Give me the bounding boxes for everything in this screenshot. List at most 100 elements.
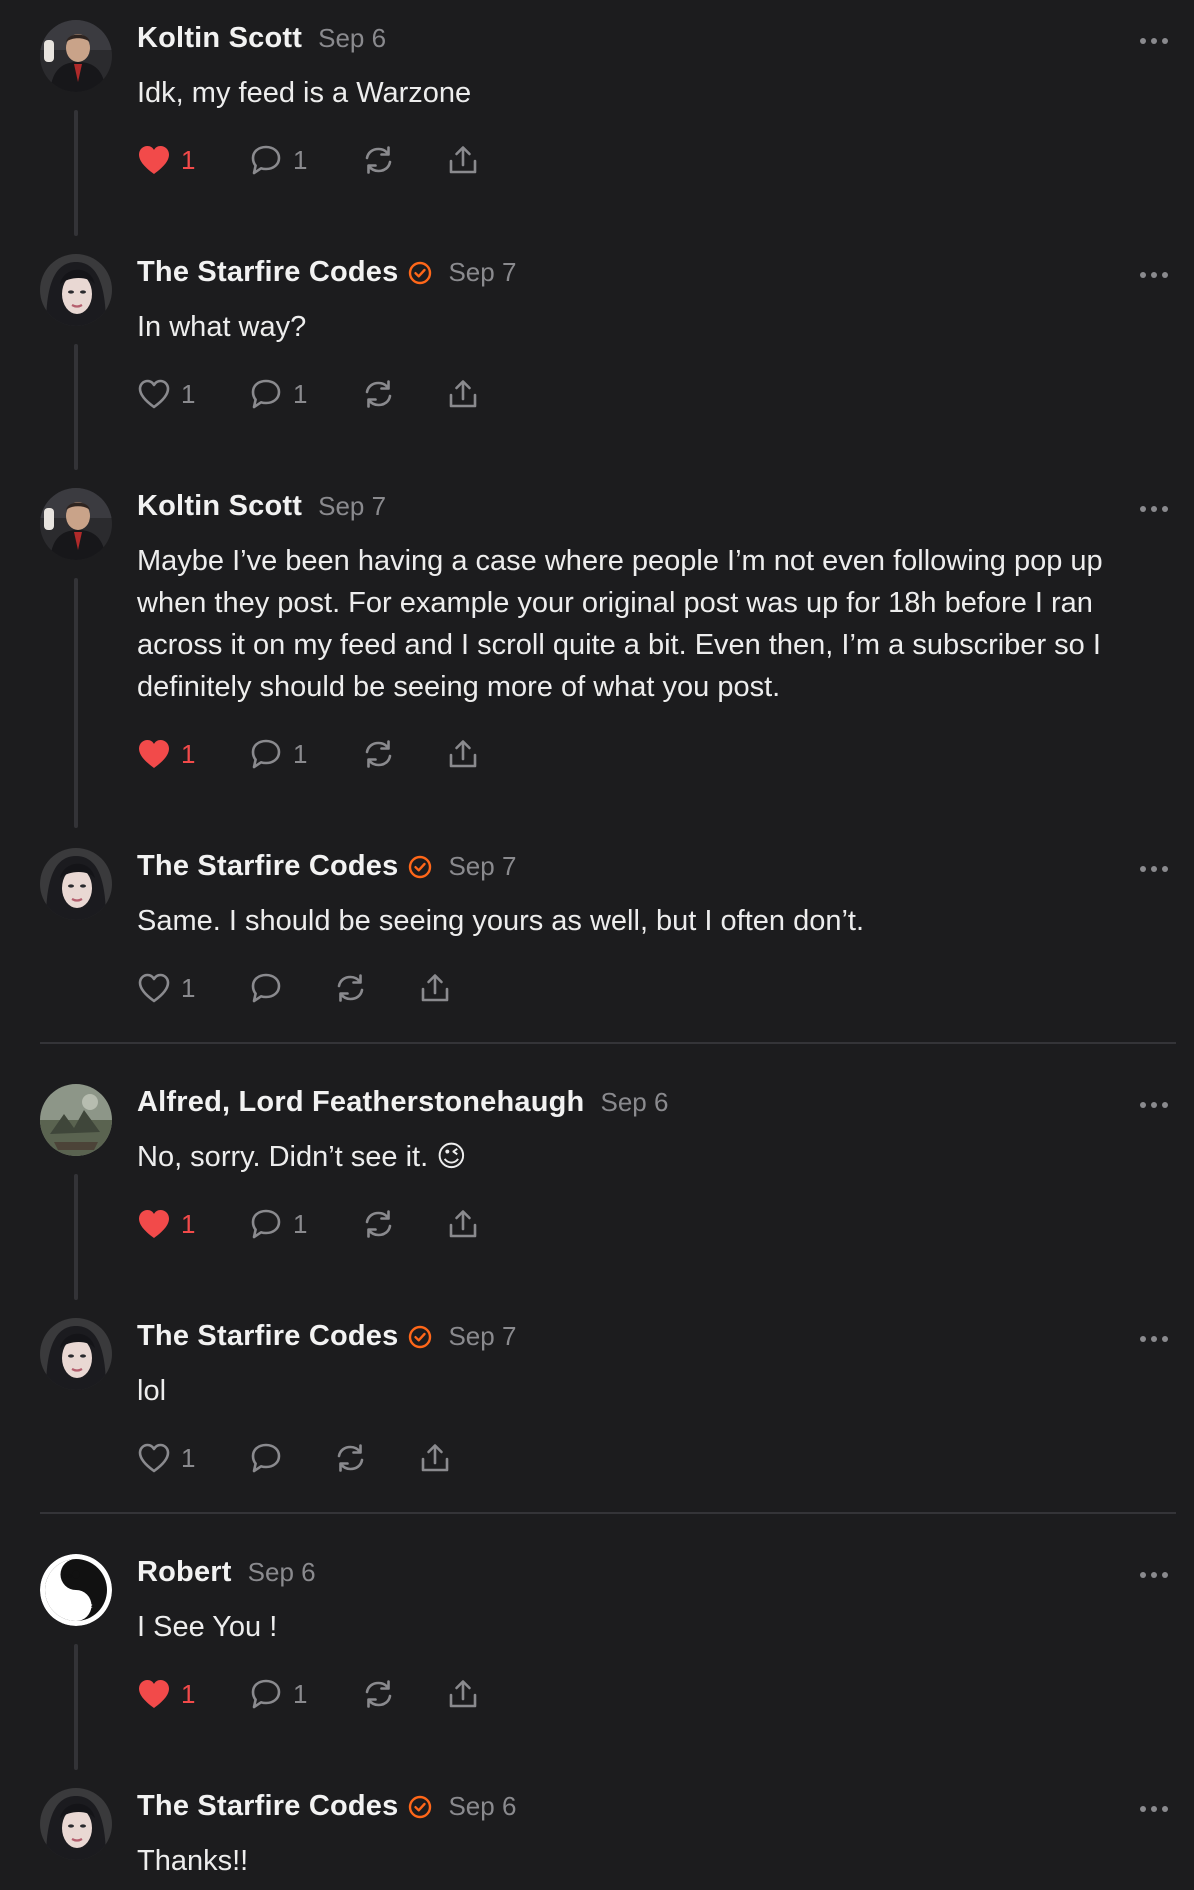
restack-button[interactable] [361,734,446,774]
like-button[interactable]: 1 [137,968,249,1008]
comment-actions: 11 [137,1674,480,1714]
share-icon [446,378,480,410]
share-button[interactable] [446,1674,480,1714]
share-button[interactable] [446,1204,480,1244]
share-button[interactable] [418,968,452,1008]
svg-text:DO: DO [64,1574,72,1580]
comment-text: Maybe I’ve been having a case where peop… [137,545,1103,703]
avatar[interactable] [40,488,112,560]
comment-bubble-icon [249,1208,283,1240]
share-icon [446,144,480,176]
comment-bubble-icon [249,1678,283,1710]
more-options-button[interactable] [1136,1098,1172,1112]
comment-text: Thanks!! [137,1845,249,1877]
reply-button[interactable] [249,1438,333,1478]
avatar[interactable] [40,1318,112,1390]
more-options-button[interactable] [1136,268,1172,282]
comment-header: The Starfire Codes Sep 6 [137,1790,516,1823]
reply-count: 1 [293,378,308,409]
author-name[interactable]: Koltin Scott [137,490,302,523]
comment-bubble-icon [249,144,283,176]
avatar[interactable]: DO TAKE [40,1554,112,1626]
share-button[interactable] [446,140,480,180]
restack-arrows-icon [361,378,396,410]
restack-button[interactable] [333,968,418,1008]
share-icon [446,1208,480,1240]
reply-button[interactable]: 1 [249,734,361,774]
thread-divider [40,1042,1176,1044]
comment-bubble-icon [249,972,283,1004]
reply-button[interactable]: 1 [249,374,361,414]
avatar[interactable] [40,20,112,92]
reply-button[interactable]: 1 [249,1674,361,1714]
author-name[interactable]: The Starfire Codes [137,850,398,883]
more-options-button[interactable] [1136,1802,1172,1816]
share-button[interactable] [446,734,480,774]
author-name[interactable]: The Starfire Codes [137,1320,398,1353]
avatar[interactable] [40,254,112,326]
heart-icon [137,1208,171,1240]
comment-bubble-icon [249,1442,283,1474]
like-button[interactable]: 1 [137,1438,249,1478]
comment-date[interactable]: Sep 6 [248,1557,316,1588]
comment-date[interactable]: Sep 6 [600,1087,668,1118]
avatar[interactable] [40,1084,112,1156]
comment-date[interactable]: Sep 7 [318,491,386,522]
comment-date[interactable]: Sep 6 [448,1791,516,1822]
like-button[interactable]: 1 [137,1674,249,1714]
restack-button[interactable] [361,1674,446,1714]
reply-count: 1 [293,738,308,769]
more-options-button[interactable] [1136,862,1172,876]
comment-header: The Starfire Codes Sep 7 [137,256,516,289]
thread-divider [40,1512,1176,1514]
like-count: 1 [181,972,196,1003]
comment-date[interactable]: Sep 7 [448,257,516,288]
comment-header: Koltin Scott Sep 7 [137,490,386,523]
comment-text: Same. I should be seeing yours as well, … [137,905,865,937]
comment-actions: 11 [137,374,480,414]
author-name[interactable]: Koltin Scott [137,22,302,55]
reply-button[interactable]: 1 [249,1204,361,1244]
reply-count: 1 [293,144,308,175]
avatar[interactable] [40,848,112,920]
avatar[interactable] [40,1788,112,1860]
more-options-button[interactable] [1136,34,1172,48]
share-button[interactable] [418,1438,452,1478]
more-options-button[interactable] [1136,1568,1172,1582]
restack-arrows-icon [361,1678,396,1710]
like-button[interactable]: 1 [137,1204,249,1244]
comment-text: I See You ! [137,1611,278,1643]
reply-button[interactable] [249,968,333,1008]
restack-button[interactable] [333,1438,418,1478]
reply-button[interactable]: 1 [249,140,361,180]
comment-header: The Starfire Codes Sep 7 [137,1320,516,1353]
author-name[interactable]: The Starfire Codes [137,256,398,289]
share-button[interactable] [446,374,480,414]
author-name[interactable]: Alfred, Lord Featherstonehaugh [137,1086,584,1119]
comment-date[interactable]: Sep 7 [448,851,516,882]
restack-button[interactable] [361,1204,446,1244]
heart-icon [137,972,171,1004]
heart-icon [137,378,171,410]
comment-date[interactable]: Sep 7 [448,1321,516,1352]
like-button[interactable]: 1 [137,734,249,774]
like-count: 1 [181,378,196,409]
comment-date[interactable]: Sep 6 [318,23,386,54]
more-options-button[interactable] [1136,1332,1172,1346]
restack-arrows-icon [333,972,368,1004]
restack-button[interactable] [361,140,446,180]
comment-actions: 1 [137,968,452,1008]
svg-text:TAKE: TAKE [79,1604,93,1610]
author-name[interactable]: The Starfire Codes [137,1790,398,1823]
heart-icon [137,144,171,176]
comment-text: In what way? [137,311,307,343]
author-name[interactable]: Robert [137,1556,232,1589]
share-icon [418,972,452,1004]
reply-count: 1 [293,1678,308,1709]
like-button[interactable]: 1 [137,374,249,414]
comment-actions: 1 [137,1438,452,1478]
comment-text: lol [137,1375,167,1407]
restack-button[interactable] [361,374,446,414]
like-button[interactable]: 1 [137,140,249,180]
more-options-button[interactable] [1136,502,1172,516]
